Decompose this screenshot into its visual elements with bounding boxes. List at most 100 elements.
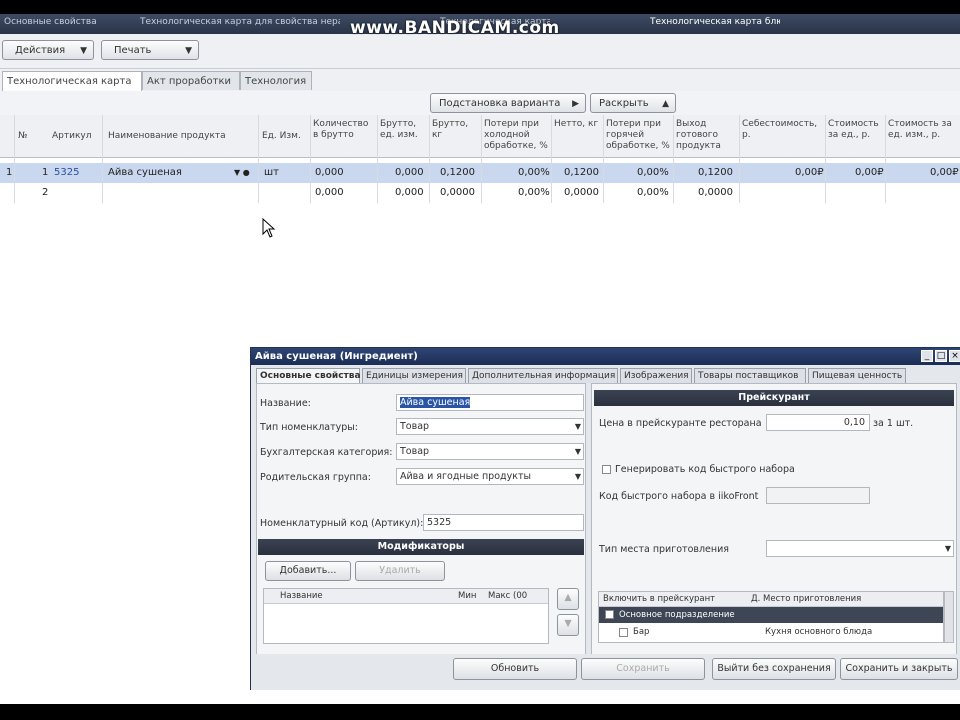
col-price-unit[interactable]: Стоимость за ед., р. [828,119,884,141]
parent-group-value: Айва и ягодные продукты [400,471,531,482]
price-input[interactable]: 0,10 [766,414,870,431]
quick-code-input[interactable] [766,487,870,504]
tab-tech-card[interactable]: Технологическая карта [2,71,142,91]
column-divider [885,115,886,203]
accounting-category-select[interactable]: Товар ▼ [396,443,584,460]
dialog-title[interactable]: Айва сушеная (Ингредиент) [251,348,960,365]
chevron-down-icon: ▼ [185,46,192,56]
bar-row-place: Кухня основного блюда [765,627,873,637]
cell-yield: 0,1200 [698,167,733,178]
print-label: Печать [114,45,152,56]
col-net[interactable]: Нетто, кг [554,119,602,130]
cell-loss-cold: 0,00% [518,187,550,198]
bar-checkbox[interactable] [619,628,628,637]
price-label: Цена в прейскуранте ресторана [599,418,762,429]
actions-button[interactable]: Действия ▼ [2,40,94,60]
quick-code-field-label: Код быстрого набора в iikoFront [599,491,759,502]
departments-table: Включить в прейскурант Д. Место приготов… [598,591,944,643]
col-cost[interactable]: Себестоимость, р. [742,119,822,141]
cell-net: 0,1200 [564,167,599,178]
table-row[interactable]: 1 1 5325 Айва сушеная ▼ ● шт 0,000 0,000… [0,163,960,183]
column-divider [825,115,826,203]
chevron-down-icon: ▼ [80,46,87,56]
close-icon[interactable]: × [949,350,960,362]
col-loss-hot[interactable]: Потери при горячей обработке, % [606,119,670,152]
col-unit[interactable]: Ед. Изм. [262,131,301,142]
column-divider [739,115,740,203]
name-input[interactable]: Айва сушеная [396,394,584,411]
move-down-icon[interactable]: ▼ [557,614,579,636]
departments-col-place[interactable]: Д. Место приготовления [751,594,861,604]
quick-code-checkbox[interactable] [602,465,611,474]
tab-act[interactable]: Акт проработки [142,71,240,90]
col-loss-cold[interactable]: Потери при холодной обработке, % [484,119,550,152]
chevron-up-icon: ▲ [662,99,669,109]
col-no[interactable]: № [18,131,27,142]
col-article[interactable]: Артикул [52,131,91,142]
dialog-tab-nutrition[interactable]: Пищевая ценность [808,368,906,383]
column-divider [377,115,378,203]
table-row[interactable]: 2 0,000 0,000 0,0000 0,00% 0,0000 0,00% … [0,183,960,203]
maximize-icon[interactable]: □ [935,350,947,362]
add-modifier-button[interactable]: Добавить... [265,561,351,581]
col-gross-kg[interactable]: Брутто, кг [432,119,480,141]
print-button[interactable]: Печать ▼ [101,40,199,60]
window-tab-2[interactable]: Технологическая карта для свойства нераз… [140,17,340,31]
cell-price-meas: 0,00₽ [930,167,959,178]
save-close-button[interactable]: Сохранить и закрыть [840,658,958,680]
parent-group-select[interactable]: Айва и ягодные продукты ▼ [396,468,584,485]
column-divider [481,115,482,203]
modifiers-col-max[interactable]: Макс (00 [488,591,527,601]
window-tab-4[interactable]: Технологическая карта блюда [650,17,780,31]
substitution-button[interactable]: Подстановка варианта ▶ [430,93,586,113]
cell-qty: 0,000 [315,167,344,178]
cell-name[interactable]: Айва сушеная [108,163,182,183]
chevron-down-icon: ▼ [574,447,581,456]
column-divider [102,115,103,203]
departments-col-dept[interactable]: Включить в прейскурант [603,594,715,604]
modifiers-col-min[interactable]: Мин [458,591,476,601]
cell-net: 0,0000 [564,187,599,198]
dialog-tab-images[interactable]: Изображения [620,368,692,383]
exit-no-save-button[interactable]: Выйти без сохранения [712,658,836,680]
cooking-type-select[interactable]: ▼ [766,540,954,557]
col-qty[interactable]: Количество в брутто [313,119,375,141]
table-header: № Артикул Наименование продукта Ед. Изм.… [0,115,960,158]
name-value: Айва сушеная [400,397,471,408]
window-tab-1[interactable]: Основные свойства [4,17,134,31]
code-label: Номенклатурный код (Артикул): [260,518,424,529]
dialog-tab-units[interactable]: Единицы измерения [362,368,466,383]
col-name[interactable]: Наименование продукта [108,131,226,142]
col-price-meas[interactable]: Стоимость за ед. изм., р. [888,119,958,141]
column-divider [673,115,674,203]
modifiers-table: Название Мин Макс (00 [263,588,549,644]
col-yield[interactable]: Выход готового продукта [676,119,738,152]
departments-scrollbar[interactable] [944,591,954,643]
watermark: www.BANDICAM.com [350,18,560,38]
ingredient-dialog: Айва сушеная (Ингредиент) _ □ × Основные… [250,347,960,690]
dialog-tab-suppliers[interactable]: Товары поставщиков [694,368,806,383]
modifiers-col-name[interactable]: Название [280,591,323,601]
tab-technology[interactable]: Технология [240,71,312,90]
substitution-label: Подстановка варианта [439,98,561,109]
col-gross-unit[interactable]: Брутто, ед. изм. [380,119,428,141]
nomenclature-type-value: Товар [400,421,430,432]
save-button[interactable]: Сохранить [581,658,705,680]
accounting-category-label: Бухгалтерская категория: [260,447,393,458]
cell-no: 1 [42,167,49,178]
dialog-tab-extra[interactable]: Дополнительная информация [468,368,618,383]
cell-yield: 0,0000 [698,187,733,198]
dialog-tab-main[interactable]: Основные свойства [256,368,361,383]
delete-modifier-button[interactable]: Удалить [355,561,445,581]
apply-button[interactable]: Обновить [453,658,577,680]
cooking-type-label: Тип места приготовления [599,544,729,555]
code-input[interactable]: 5325 [423,514,584,531]
minimize-icon[interactable]: _ [921,350,933,362]
group-checkbox[interactable] [605,610,614,619]
nomenclature-type-select[interactable]: Товар ▼ [396,418,584,435]
cell-price-unit: 0,00₽ [855,167,884,178]
cell-qty: 0,000 [315,187,344,198]
chevron-down-icon[interactable]: ▼ ● [234,163,250,183]
expand-button[interactable]: Раскрыть ▲ [590,93,676,113]
move-up-icon[interactable]: ▲ [557,588,579,610]
